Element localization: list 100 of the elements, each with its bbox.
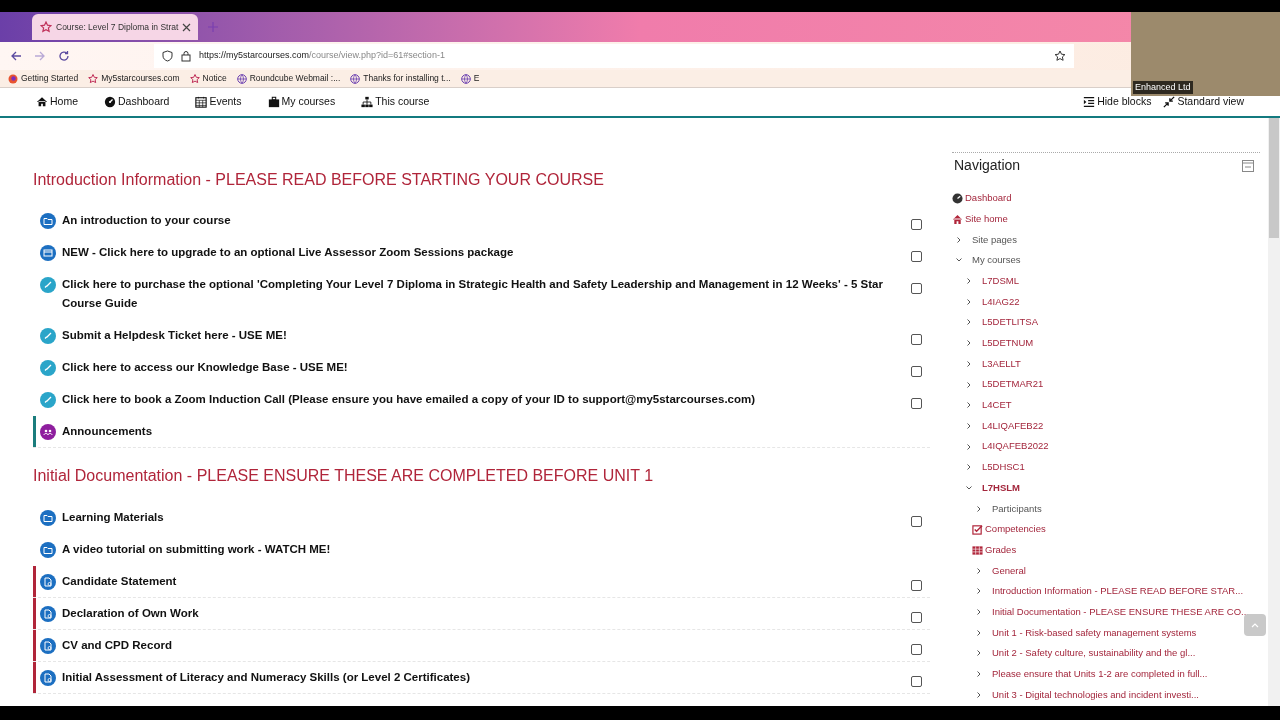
home-icon [952,213,963,225]
document-icon [40,670,56,686]
nav-tree-item[interactable]: Unit 2 - Safety culture, sustainability and the gl... [992,646,1196,661]
bookmark-link[interactable]: Thanks for installing t... [350,72,451,85]
completion-checkbox[interactable] [911,644,922,655]
nav-tree-item[interactable]: Participants [992,501,1042,516]
globe-icon [460,73,471,84]
address-bar[interactable]: https://my5starcourses.com/course/view.php?id=61#section-1 [154,44,1074,68]
dashboard-icon [952,192,963,204]
close-icon[interactable] [182,22,192,32]
tab-title: Course: Level 7 Diploma in Strat [56,20,179,34]
nav-tree-item[interactable]: L7HSLM [982,480,1020,496]
nav-tree-item[interactable]: L5DHSC1 [982,460,1025,475]
nav-tree-item[interactable]: Introduction Information - PLEASE READ BEFORE STAR... [992,584,1244,599]
completion-checkbox[interactable] [911,366,922,377]
browser-logo-icon [8,73,18,84]
briefcase-icon [267,96,280,108]
caret-up-icon [1251,622,1259,628]
lock-icon [181,50,191,62]
activity-link[interactable]: Initial Assessment of Literacy and Numeracy Skills (or Level 2 Certificates) [62,668,899,687]
collapse-icon[interactable] [1242,159,1254,172]
nav-tree-item[interactable]: L3AELLT [982,356,1021,371]
nav-tree-item[interactable]: L5DETMAR21 [982,377,1044,392]
activity-link[interactable]: An introduction to your course [62,211,899,230]
nav-tree-item[interactable]: L5DETLITSA [982,315,1038,330]
activity-link[interactable]: CV and CPD Record [62,636,899,655]
activity-link[interactable]: Click here to access our Knowledge Base - USE ME! [62,358,899,377]
completion-checkbox[interactable] [911,219,922,230]
bookmark-link[interactable]: Getting Started [8,72,79,85]
globe-icon [350,73,361,84]
url-text: https://my5starcourses.com/course/view.php?id=61#section-1 [199,49,445,63]
activity-link[interactable]: NEW - Click here to upgrade to an optional Live Assessor Zoom Sessions package [62,243,899,262]
completion-checkbox[interactable] [911,580,922,591]
activity-link[interactable]: Click here to purchase the optional 'Completing Your Level 7 Diploma in Strategic Health and Safety Leadership and Management in 12 Weeks' - 5 Star Course Guide [62,275,899,313]
link-icon [40,360,56,376]
nav-tree-item[interactable]: General [992,563,1026,578]
activity-link[interactable]: Candidate Statement [62,572,899,591]
nav-tree-item[interactable]: L4IAG22 [982,294,1020,309]
completion-checkbox[interactable] [911,612,922,623]
activity-link[interactable]: A video tutorial on submitting work - WATCH ME! [62,540,922,559]
nav-tree-item[interactable]: Please ensure that Units 1-2 are completed in full... [992,667,1208,682]
completion-checkbox[interactable] [911,398,922,409]
nav-tree-item[interactable]: Unit 1 - Risk-based safety management systems [992,625,1197,640]
block-title: Navigation [953,156,1021,175]
back-icon[interactable] [10,50,22,62]
browser-tab[interactable]: Course: Level 7 Diploma in Strat [32,14,198,40]
completion-checkbox[interactable] [911,676,922,687]
nav-tree-item[interactable]: L5DETNUM [982,336,1034,351]
link-icon [40,277,56,293]
document-icon [40,606,56,622]
nav-tree-item[interactable]: L4CET [982,398,1012,413]
nav-tree-item[interactable]: L4IQAFEB2022 [982,439,1049,454]
completion-checkbox[interactable] [911,283,922,294]
dashboard-icon [104,96,116,108]
nav-link[interactable]: Hide blocks [1083,94,1152,110]
reload-icon[interactable] [58,50,70,62]
activity-link[interactable]: Announcements [62,422,922,441]
section-heading: Introduction Information - PLEASE READ BEFORE STARTING YOUR COURSE [33,170,605,190]
nav-tree-item[interactable]: L7DSML [982,273,1019,289]
star-icon [88,73,99,84]
people-icon [40,424,56,440]
nav-tree-item[interactable]: Site home [965,211,1008,227]
nav-tree-item[interactable]: Site pages [972,232,1017,247]
nav-link[interactable]: My courses [267,94,336,110]
activity-link[interactable]: Submit a Helpdesk Ticket here - USE ME! [62,326,899,345]
bookmark-link[interactable]: My5starcourses.com [88,72,180,85]
nav-link[interactable]: This course [361,94,430,110]
bookmark-star-icon[interactable] [1054,50,1066,62]
sitemap-icon [361,96,374,108]
link-icon [40,392,56,408]
webcam-caption: Enhanced Ltd [1133,80,1193,94]
completion-checkbox[interactable] [911,516,922,527]
nav-link[interactable]: Dashboard [104,94,170,110]
nav-link[interactable]: Home [36,94,78,110]
nav-link[interactable]: Standard view [1163,94,1244,110]
nav-link[interactable]: Events [195,94,242,110]
link-icon [40,328,56,344]
scrollbar-thumb[interactable] [1269,118,1279,238]
completion-checkbox[interactable] [911,251,922,262]
nav-tree-item[interactable]: Competencies [985,522,1046,537]
nav-tree-item[interactable]: Dashboard [965,191,1012,206]
activity-link[interactable]: Click here to book a Zoom Induction Call (Please ensure you have emailed a copy of your ID to support@my5starcourses.com) [62,390,899,409]
nav-tree-item[interactable]: Grades [985,542,1017,558]
shield-icon [162,50,173,62]
checkbox-icon [972,523,983,535]
completion-checkbox[interactable] [911,334,922,345]
activity-link[interactable]: Declaration of Own Work [62,604,899,623]
nav-tree-item[interactable]: Initial Documentation - PLEASE ENSURE THESE ARE CO... [992,604,1249,620]
activity-link[interactable]: Learning Materials [62,508,899,527]
indent-icon [1083,96,1096,108]
star-icon [189,73,200,84]
document-icon [40,638,56,654]
bookmark-link[interactable]: Roundcube Webmail :... [236,72,341,85]
table-icon [972,544,983,556]
nav-tree-item[interactable]: Unit 3 - Digital technologies and incident investi... [992,687,1199,702]
nav-tree-item[interactable]: My courses [972,253,1021,268]
bookmark-link[interactable]: E [460,72,480,85]
folder-icon [40,213,56,229]
nav-tree-item[interactable]: L4LIQAFEB22 [982,418,1044,434]
bookmark-link[interactable]: Notice [189,72,227,85]
